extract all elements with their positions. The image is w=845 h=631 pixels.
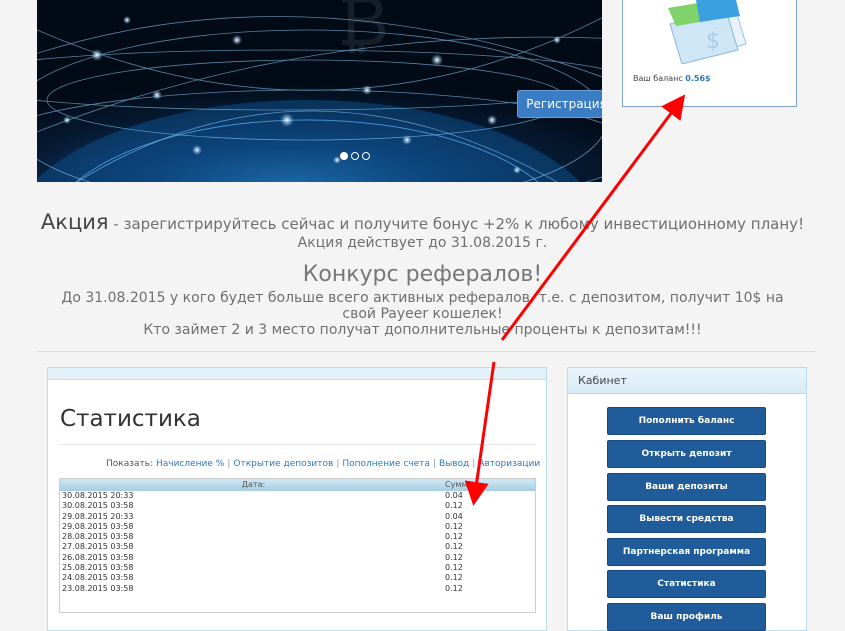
filter-withdraw[interactable]: Вывод [439,459,469,469]
contest-line-1: До 31.08.2015 у кого будет больше всего … [61,290,784,306]
table-row: 29.08.2015 03:58 0.12 [60,522,535,532]
promo-title: Акция [40,210,109,234]
slider-dots [340,152,370,160]
balance-value: 0.56$ [685,74,711,83]
filter-topup[interactable]: Пополнение счета [342,459,430,469]
promo-date: Акция действует до 31.08.2015 г. [297,235,548,251]
promo-description: - зарегистрируйтесь сейчас и получите бо… [108,215,805,233]
table-row: 23.08.2015 03:58 0.12 [60,584,535,594]
filter-accruals[interactable]: Начисление % [156,459,224,469]
credit-card-icon: $ [668,0,747,64]
table-row: 24.08.2015 03:58 0.12 [60,573,535,583]
topup-balance-button[interactable]: Пополнить баланс [607,407,766,435]
contest-title: Конкурс рефералов! [302,262,543,287]
filter-bar: Показать: Начисление % | Открытие депозито… [106,459,541,469]
filter-label: Показать: [106,459,154,469]
slider-dot-2[interactable] [351,152,359,160]
table-row: 25.08.2015 03:58 0.12 [60,563,535,573]
row-date: 30.08.2015 03:58 [62,501,134,511]
row-date: 29.08.2015 03:58 [62,521,134,531]
col-sum-header: Сумма: [445,480,475,489]
cabinet-panel: Кабинет Пополнить баланс Открыть депозит… [567,367,807,631]
row-sum: 0.04 [445,491,463,500]
page-title: Статистика [60,406,201,432]
statistics-button[interactable]: Статистика [607,570,766,598]
row-sum: 0.04 [445,511,463,521]
promo-line: Акция - зарегистрируйтесь сейчас и получ… [0,210,845,234]
table-body: 30.08.2015 20:33 0.04 30.08.2015 03:58 0.12… [60,491,535,594]
contest-description: До 31.08.2015 у кого будет больше всего … [0,290,845,338]
register-button[interactable]: Регистрация [517,90,602,118]
filter-logins[interactable]: Авторизации [478,459,540,469]
row-date: 26.08.2015 03:58 [62,552,134,562]
dollar-icon: $ [706,29,720,54]
row-date: 29.08.2015 20:33 [62,511,134,521]
title-divider [60,444,536,445]
row-date: 27.08.2015 03:58 [62,542,134,552]
filter-deposits[interactable]: Открытие депозитов [233,459,333,469]
col-date-header: Дата: [241,480,266,489]
row-sum: 0.12 [445,542,463,552]
table-header: Дата: Сумма: [60,479,535,491]
table-row: 28.08.2015 03:58 0.12 [60,532,535,542]
contest-line-2: свой Payeer кошелек! [342,306,503,322]
hero-banner: ₿ Регистрация [37,0,602,182]
partner-program-button[interactable]: Партнерская программа [607,538,766,566]
balance-widget: $ Ваш баланс 0.56$ [622,0,797,107]
row-date: 25.08.2015 03:58 [62,563,134,573]
row-date: 24.08.2015 03:58 [62,573,134,583]
table-row: 27.08.2015 03:58 0.12 [60,542,535,552]
row-date: 23.08.2015 03:58 [62,583,134,593]
row-date: 28.08.2015 03:58 [62,532,134,542]
table-row: 30.08.2015 03:58 0.12 [60,501,535,511]
cabinet-title: Кабинет [568,368,806,394]
table-row: 30.08.2015 20:33 0.04 [60,491,535,501]
row-sum: 0.12 [445,532,463,542]
my-deposits-button[interactable]: Ваши депозиты [607,473,766,501]
row-sum: 0.12 [445,501,463,511]
profile-button[interactable]: Ваш профиль [607,603,766,631]
table-row: 29.08.2015 20:33 0.04 [60,512,535,522]
balance-text: Ваш баланс 0.56$ [633,74,711,83]
contest-line-3: Кто займет 2 и 3 место получат дополните… [143,322,702,338]
open-deposit-button[interactable]: Открыть депозит [607,440,766,468]
row-sum: 0.12 [445,552,463,562]
statistics-panel: Статистика Показать: Начисление % | Открыт… [47,367,547,631]
table-row: 26.08.2015 03:58 0.12 [60,553,535,563]
svg-text:₿: ₿ [337,0,389,62]
slider-dot-1[interactable] [340,152,348,160]
row-sum: 0.12 [445,563,463,573]
balance-label: Ваш баланс [633,74,683,83]
row-sum: 0.12 [445,521,463,531]
panel-header [48,368,546,380]
row-date: 30.08.2015 20:33 [62,491,134,500]
divider [37,351,815,352]
withdraw-button[interactable]: Вывести средства [607,505,766,533]
slider-dot-3[interactable] [362,152,370,160]
stats-table: Дата: Сумма: 30.08.2015 20:33 0.04 30.08.2… [59,478,536,613]
row-sum: 0.12 [445,573,463,583]
row-sum: 0.12 [445,583,463,593]
